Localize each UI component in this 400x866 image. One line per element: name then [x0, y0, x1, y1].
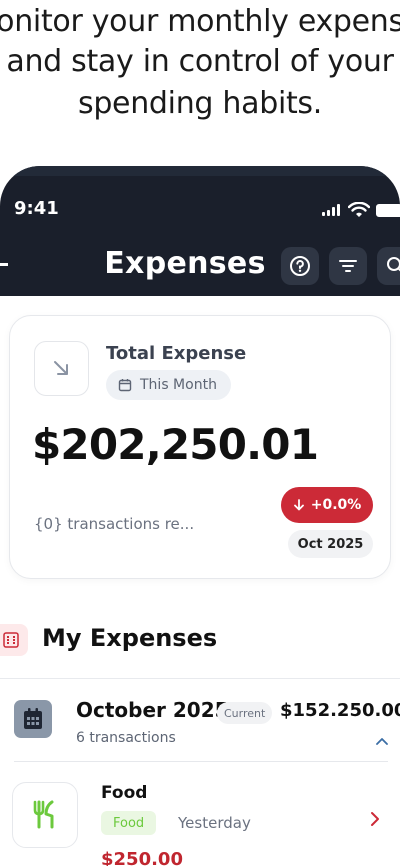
headline-line-1: onitor your monthly expens: [0, 4, 400, 39]
chevron-up-icon[interactable]: [376, 737, 388, 745]
arrow-down-icon: [293, 499, 304, 511]
month-amount: $152.250.00: [280, 700, 400, 721]
wifi-icon: [348, 202, 370, 217]
expense-amount: $250.00: [101, 849, 183, 866]
calculator-icon: [3, 632, 19, 648]
trend-tile: [34, 341, 89, 396]
arrow-down-right-icon: [54, 361, 68, 375]
month-group[interactable]: October 2025 Current $152.250.00 6 trans…: [0, 678, 400, 866]
month-badge: Oct 2025: [288, 530, 373, 558]
chevron-right-icon[interactable]: [370, 811, 380, 827]
section-title: My Expenses: [42, 624, 218, 652]
summary-title: Total Expense: [106, 343, 247, 364]
help-icon: [290, 256, 310, 276]
filter-button[interactable]: [329, 247, 367, 285]
expense-name: Food: [101, 783, 148, 803]
month-name: October 2025: [76, 698, 229, 722]
period-selector[interactable]: This Month: [106, 370, 231, 400]
expense-date: Yesterday: [178, 814, 251, 832]
expense-category-tag: Food: [101, 811, 157, 835]
calendar-icon: [24, 708, 42, 729]
food-category-tile: [12, 782, 78, 848]
search-button[interactable]: [377, 247, 400, 285]
total-amount: $202,250.01: [32, 420, 319, 469]
help-button[interactable]: [281, 247, 319, 285]
section-icon-bg: [0, 624, 28, 656]
total-expense-card[interactable]: Total Expense This Month $202,250.01 {0}…: [9, 315, 391, 579]
transactions-summary: {0} transactions re...: [34, 515, 195, 533]
current-badge: Current: [217, 702, 273, 724]
marketing-headline: onitor your monthly expens and stay in c…: [0, 0, 400, 140]
change-value: +0.0%: [310, 497, 362, 513]
cellular-signal-icon: [322, 204, 342, 216]
period-label: This Month: [140, 377, 217, 393]
divider: [14, 761, 388, 762]
status-time: 9:41: [14, 198, 59, 219]
headline-line-2: and stay in control of your: [6, 44, 394, 79]
search-icon: [387, 257, 400, 272]
month-icon-tile: [14, 700, 52, 738]
app-header: 9:41 Expenses: [0, 166, 400, 296]
month-transaction-count: 6 transactions: [76, 730, 176, 746]
calendar-icon: [118, 379, 132, 392]
battery-icon: [376, 204, 400, 217]
headline-line-3: spending habits.: [77, 86, 323, 121]
change-badge: +0.0%: [281, 487, 373, 523]
filter-icon: [339, 260, 357, 272]
fork-knife-icon: [33, 800, 54, 829]
